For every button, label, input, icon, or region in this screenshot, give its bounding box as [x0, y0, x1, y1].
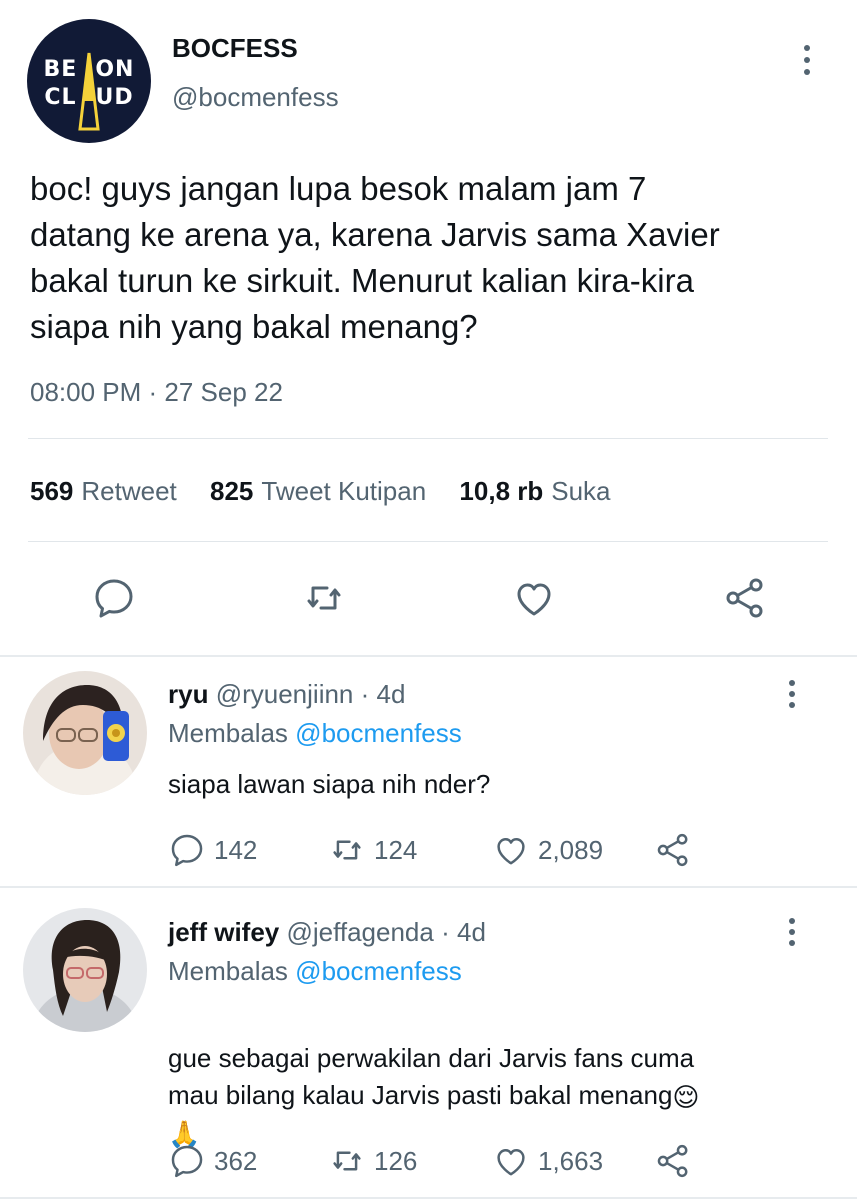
- tweet-stats: 569 Retweet 825 Tweet Kutipan 10,8 rb Suka: [30, 476, 637, 507]
- retweet-count: 124: [374, 834, 418, 865]
- reply-text: siapa lawan siapa nih nder?: [168, 769, 491, 799]
- relieved-face-emoji: 😌: [672, 1081, 700, 1112]
- retweet-stat[interactable]: 569 Retweet: [30, 476, 177, 507]
- reply-tweet[interactable]: ryu @ryuenjiinn · 4d Membalas @bocmenfes…: [0, 657, 857, 886]
- share-icon: [657, 833, 688, 867]
- reply-icon: [171, 1145, 203, 1178]
- reply-display-name[interactable]: jeff wifey: [168, 917, 279, 947]
- reply-icon: [171, 834, 203, 867]
- quote-stat[interactable]: 825 Tweet Kutipan: [210, 476, 426, 507]
- divider: [28, 438, 828, 439]
- more-options-icon[interactable]: [786, 918, 798, 946]
- share-icon: [657, 1144, 688, 1178]
- reply-header: jeff wifey @jeffagenda · 4d: [168, 917, 486, 948]
- reply-tweet[interactable]: jeff wifey @jeffagenda · 4d Membalas @bo…: [0, 888, 857, 1197]
- retweet-icon[interactable]: [301, 575, 347, 621]
- separator-dot: ·: [441, 917, 450, 947]
- reply-time[interactable]: 4d: [457, 917, 486, 947]
- reply-display-name[interactable]: ryu: [168, 679, 208, 709]
- reply-button[interactable]: 142: [168, 830, 257, 870]
- replying-label: Membalas: [168, 718, 288, 748]
- like-icon[interactable]: [511, 575, 557, 621]
- reply-action-bar: 142 124 2,089: [168, 830, 728, 870]
- tweet-text: boc! guys jangan lupa besok malam jam 7 …: [30, 170, 720, 345]
- tweet-timestamp[interactable]: 08:00 PM · 27 Sep 22: [30, 377, 283, 408]
- more-options-icon[interactable]: [786, 680, 798, 708]
- reply-count: 362: [214, 1145, 258, 1176]
- reply-count: 142: [214, 834, 258, 865]
- like-icon: [497, 838, 525, 865]
- reply-text: gue sebagai perwakilan dari Jarvis fans …: [168, 1043, 695, 1110]
- retweet-count: 126: [374, 1145, 418, 1176]
- reply-header: ryu @ryuenjiinn · 4d: [168, 679, 405, 710]
- reply-handle[interactable]: @jeffagenda: [286, 917, 433, 947]
- retweet-button[interactable]: 124: [328, 830, 417, 870]
- tweet-action-bar: [0, 575, 857, 621]
- like-stat[interactable]: 10,8 rb Suka: [459, 476, 610, 507]
- share-button[interactable]: [654, 830, 692, 870]
- reply-handle[interactable]: @ryuenjiinn: [216, 679, 354, 709]
- reply-time[interactable]: 4d: [377, 679, 406, 709]
- retweet-icon: [333, 1151, 361, 1171]
- reply-action-bar: 362 126 1,663: [168, 1141, 728, 1181]
- avatar[interactable]: [23, 908, 147, 1032]
- divider: [0, 1197, 857, 1199]
- replying-to: Membalas @bocmenfess: [168, 718, 462, 749]
- more-options-icon[interactable]: [801, 45, 813, 75]
- lighthouse-logo-icon: [78, 52, 100, 131]
- reply-icon[interactable]: [91, 575, 137, 621]
- like-count: 1,663: [538, 1145, 604, 1176]
- like-count: 2,089: [538, 834, 604, 865]
- separator-dot: ·: [360, 679, 370, 709]
- retweet-icon: [333, 840, 361, 860]
- share-button[interactable]: [654, 1141, 692, 1181]
- main-tweet: BEAON CLOUD BOCFESS @bocmenfess boc! guy…: [0, 0, 857, 656]
- mention-link[interactable]: @bocmenfess: [295, 718, 462, 748]
- like-button[interactable]: 1,663: [492, 1141, 603, 1181]
- display-name[interactable]: BOCFESS: [172, 33, 298, 64]
- replying-label: Membalas: [168, 956, 288, 986]
- avatar[interactable]: [23, 671, 147, 795]
- replying-to: Membalas @bocmenfess: [168, 956, 462, 987]
- avatar[interactable]: BEAON CLOUD: [27, 19, 151, 143]
- retweet-button[interactable]: 126: [328, 1141, 417, 1181]
- mention-link[interactable]: @bocmenfess: [295, 956, 462, 986]
- share-icon[interactable]: [722, 575, 768, 621]
- like-icon: [497, 1149, 525, 1176]
- reply-button[interactable]: 362: [168, 1141, 257, 1181]
- like-button[interactable]: 2,089: [492, 830, 603, 870]
- user-handle[interactable]: @bocmenfess: [172, 82, 339, 113]
- divider: [28, 541, 828, 542]
